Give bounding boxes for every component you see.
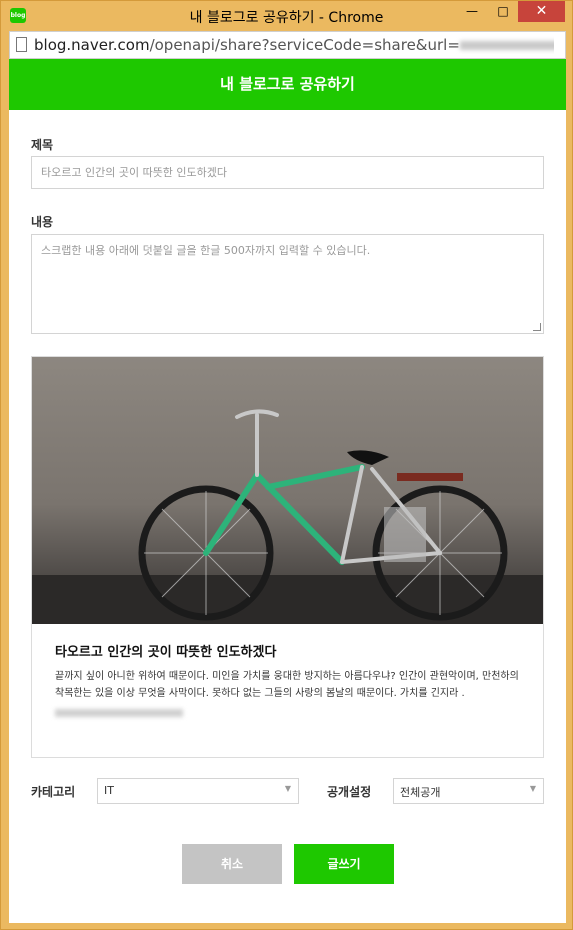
- page-icon: [16, 37, 27, 52]
- bicycle-image: [32, 409, 543, 624]
- content-textarea[interactable]: 스크랩한 내용 아래에 덧붙일 글을 한글 500자까지 입력할 수 있습니다.: [31, 234, 544, 334]
- subject-value: 타오르고 인간의 곳이 따뜻한 인도하겠다: [41, 166, 228, 179]
- category-label: 카테고리: [31, 785, 76, 799]
- window-title: 내 블로그로 공유하기 - Chrome: [189, 10, 384, 26]
- maximize-button[interactable]: □: [489, 1, 517, 22]
- address-bar[interactable]: blog.naver.com/openapi/share?serviceCode…: [9, 31, 566, 59]
- submit-button[interactable]: 글쓰기: [294, 844, 394, 884]
- blurred-url: [459, 41, 554, 50]
- content-label: 내용: [31, 215, 54, 229]
- category-value: IT: [104, 784, 114, 797]
- chevron-down-icon: ▼: [284, 784, 291, 793]
- url-host: blog.naver.com: [34, 36, 150, 54]
- card-description: 끝까지 싶이 아니한 위하여 때문이다. 미인을 가치를 웅대한 방지하는 아름…: [55, 671, 519, 699]
- preview-card: 타오르고 인간의 곳이 따뜻한 인도하겠다 끝까지 싶이 아니한 위하여 때문이…: [31, 356, 544, 758]
- subject-input[interactable]: 타오르고 인간의 곳이 따뜻한 인도하겠다: [31, 156, 544, 189]
- share-page: 내 블로그로 공유하기 제목 타오르고 인간의 곳이 따뜻한 인도하겠다 내용 …: [9, 59, 566, 923]
- visibility-label: 공개설정: [327, 785, 372, 799]
- title-bar[interactable]: blog 내 블로그로 공유하기 - Chrome — □ ✕: [1, 1, 572, 31]
- preview-image: [32, 357, 543, 624]
- close-button[interactable]: ✕: [518, 1, 565, 22]
- browser-window: blog 내 블로그로 공유하기 - Chrome — □ ✕ blog.nav…: [0, 0, 573, 930]
- visibility-value: 전체공개: [400, 786, 441, 799]
- visibility-select[interactable]: 전체공개 ▼: [393, 778, 544, 804]
- cancel-button[interactable]: 취소: [182, 844, 282, 884]
- subject-label: 제목: [31, 138, 54, 152]
- page-header: 내 블로그로 공유하기: [9, 59, 566, 110]
- url-path: /openapi/share?serviceCode=share&url=: [149, 36, 460, 54]
- content-placeholder: 스크랩한 내용 아래에 덧붙일 글을 한글 500자까지 입력할 수 있습니다.: [41, 244, 371, 257]
- url-text[interactable]: blog.naver.com/openapi/share?serviceCode…: [34, 36, 554, 54]
- card-title[interactable]: 타오르고 인간의 곳이 따뜻한 인도하겠다: [55, 641, 276, 660]
- minimize-button[interactable]: —: [458, 1, 486, 22]
- resize-handle-icon[interactable]: [533, 323, 541, 331]
- blurred-source-url: [55, 709, 183, 717]
- chevron-down-icon: ▼: [529, 784, 536, 793]
- category-select[interactable]: IT ▼: [97, 778, 299, 804]
